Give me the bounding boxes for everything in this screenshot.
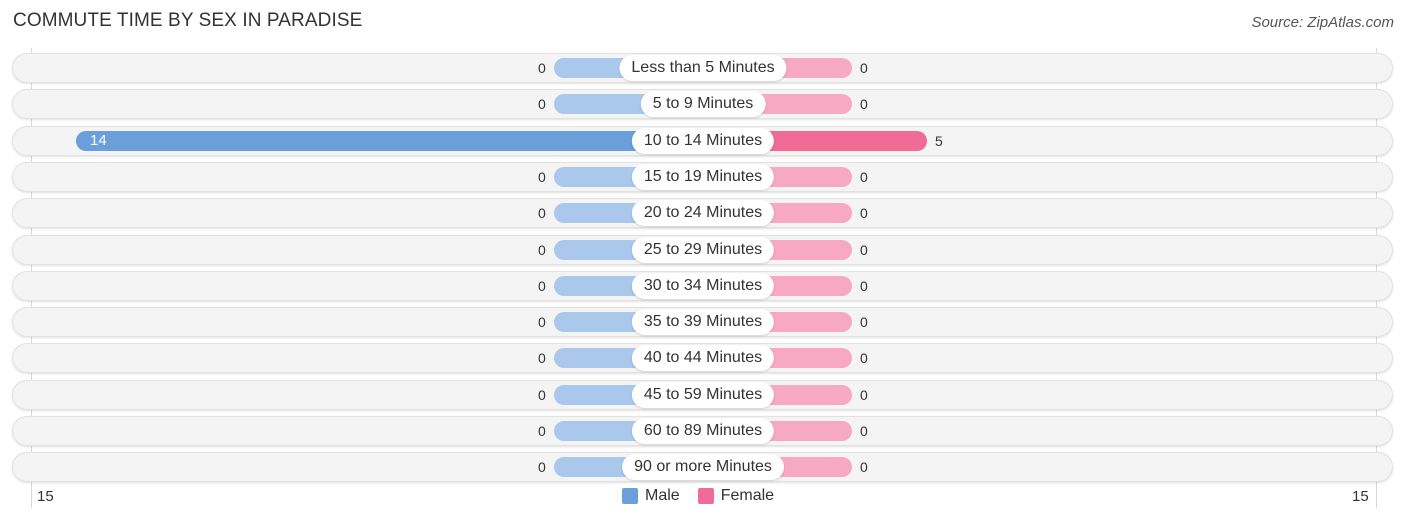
chart-row: 0 0 5 to 9 Minutes (12, 89, 1393, 119)
category-label: 20 to 24 Minutes (631, 200, 775, 226)
male-swatch (622, 488, 638, 504)
category-label: 35 to 39 Minutes (631, 309, 775, 335)
category-label: 45 to 59 Minutes (631, 382, 775, 408)
male-value-label: 0 (538, 387, 546, 403)
female-value-label: 0 (860, 387, 868, 403)
chart-row: 0 0 60 to 89 Minutes (12, 416, 1393, 446)
chart-row: 0 0 45 to 59 Minutes (12, 380, 1393, 410)
category-label: 25 to 29 Minutes (631, 237, 775, 263)
female-value-label: 0 (860, 459, 868, 475)
male-value-label: 0 (538, 278, 546, 294)
female-swatch (697, 488, 714, 504)
left-tick-label: 15 (37, 488, 54, 505)
category-label: 60 to 89 Minutes (631, 418, 775, 444)
legend: Male Female (622, 487, 792, 505)
chart-row: 0 0 Less than 5 Minutes (12, 53, 1393, 83)
male-value-label: 0 (538, 205, 546, 221)
male-value-label: 0 (538, 96, 546, 112)
female-value-label: 0 (860, 169, 868, 185)
category-label: 40 to 44 Minutes (631, 345, 775, 371)
male-value-label: 0 (538, 314, 546, 330)
female-value-label: 0 (860, 242, 868, 258)
female-value-label: 0 (860, 423, 868, 439)
legend-item-female[interactable]: Female (697, 487, 775, 505)
female-value-label: 0 (860, 96, 868, 112)
source-label: Source: ZipAtlas.com (1251, 14, 1394, 31)
chart-row: 0 0 40 to 44 Minutes (12, 343, 1393, 373)
chart-title: COMMUTE TIME BY SEX IN PARADISE (13, 10, 363, 31)
female-value-label: 5 (935, 133, 943, 149)
chart-row: 0 0 20 to 24 Minutes (12, 198, 1393, 228)
female-value-label: 0 (860, 205, 868, 221)
category-label: 10 to 14 Minutes (631, 128, 775, 154)
category-label: 30 to 34 Minutes (631, 273, 775, 299)
male-value-label: 0 (538, 423, 546, 439)
legend-item-male[interactable]: Male (622, 487, 680, 505)
legend-label-female: Female (720, 487, 775, 504)
female-value-label: 0 (860, 314, 868, 330)
category-label: 90 or more Minutes (622, 454, 784, 480)
chart-row: 0 0 15 to 19 Minutes (12, 162, 1393, 192)
category-label: Less than 5 Minutes (619, 55, 787, 81)
right-tick-label: 15 (1352, 488, 1369, 505)
female-value-label: 0 (860, 60, 868, 76)
chart-row: 0 0 30 to 34 Minutes (12, 271, 1393, 301)
female-value-label: 0 (860, 278, 868, 294)
male-value-label: 14 (90, 132, 107, 149)
legend-label-male: Male (645, 487, 680, 504)
chart-row: 0 0 35 to 39 Minutes (12, 307, 1393, 337)
category-label: 15 to 19 Minutes (631, 164, 775, 190)
male-value-label: 0 (538, 242, 546, 258)
male-value-label: 0 (538, 350, 546, 366)
male-value-label: 0 (538, 169, 546, 185)
male-bar[interactable] (76, 131, 703, 151)
male-value-label: 0 (538, 60, 546, 76)
chart-row: 0 0 90 or more Minutes (12, 452, 1393, 482)
male-value-label: 0 (538, 459, 546, 475)
chart-row: 0 0 25 to 29 Minutes (12, 235, 1393, 265)
female-value-label: 0 (860, 350, 868, 366)
category-label: 5 to 9 Minutes (640, 91, 766, 117)
chart-row: 14 5 10 to 14 Minutes (12, 126, 1393, 156)
